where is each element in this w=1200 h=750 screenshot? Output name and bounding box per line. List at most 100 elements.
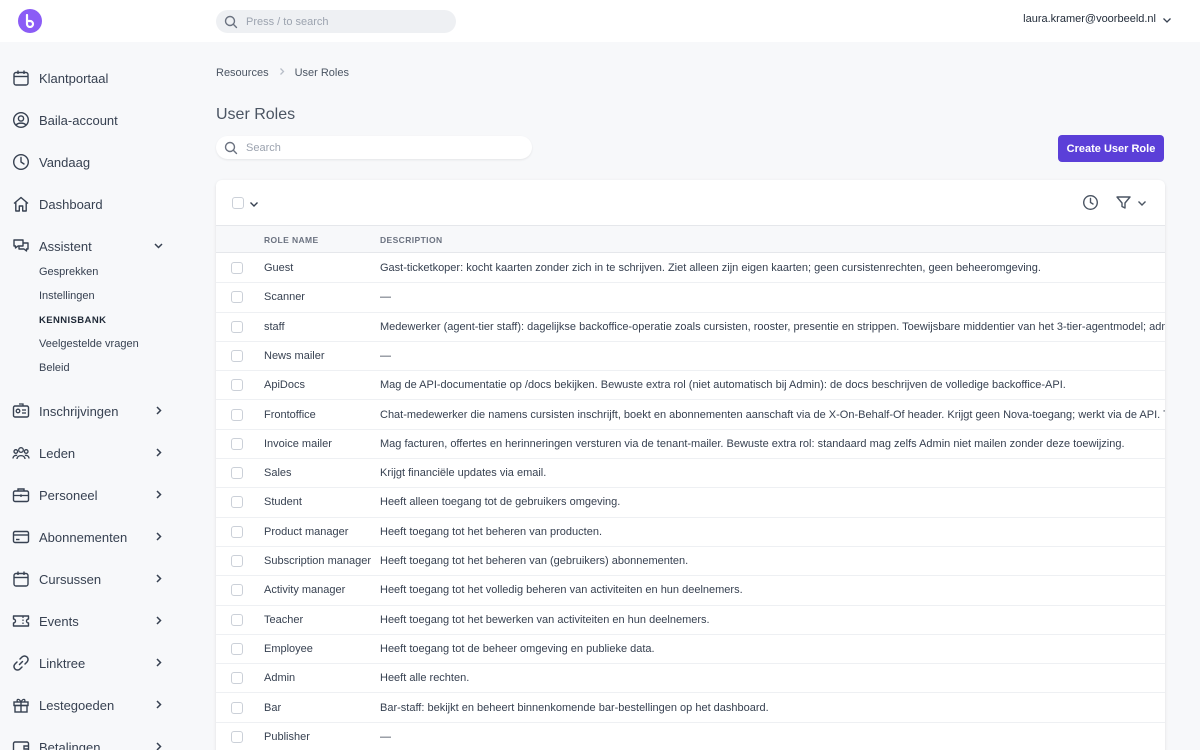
row-checkbox[interactable] xyxy=(231,701,243,714)
row-checkbox[interactable] xyxy=(231,291,243,304)
table-row[interactable]: Employee Heeft toegang tot de beheer omge… xyxy=(216,634,1165,665)
sidebar-item-leden[interactable]: Leden xyxy=(12,441,172,465)
global-search-placeholder: Press / to search xyxy=(246,15,329,28)
sidebar-item-vandaag[interactable]: Vandaag xyxy=(12,150,172,174)
table-row[interactable]: staff Medewerker (agent-tier staff): dage… xyxy=(216,312,1165,342)
table-row[interactable]: Sales Krijgt financiële updates via email… xyxy=(216,459,1165,489)
column-header-role-name[interactable]: ROLE NAME xyxy=(264,235,319,245)
filter-button[interactable] xyxy=(1115,194,1147,211)
role-description-cell: Bar-staff: bekijkt en beheert binnenkome… xyxy=(380,701,769,714)
row-checkbox[interactable] xyxy=(231,525,243,538)
table-row[interactable]: Bar Bar-staff: bekijkt en beheert binnenk… xyxy=(216,693,1165,723)
chevron-down-icon xyxy=(154,243,163,249)
row-checkbox[interactable] xyxy=(231,555,243,567)
sidebar-item-label: Baila-account xyxy=(39,112,118,128)
table-row[interactable]: ApiDocs Mag de API-documentatie op /docs … xyxy=(216,371,1165,401)
sidebar-subitem-instellingen[interactable]: Instellingen xyxy=(39,290,95,302)
sidebar-item-inschrijvingen[interactable]: Inschrijvingen xyxy=(12,399,172,423)
user-roles-table-card: ROLE NAME DESCRIPTION Guest Gast-ticketko… xyxy=(216,180,1165,750)
table-row[interactable]: Publisher — xyxy=(216,722,1165,750)
table-row[interactable]: Product manager Heeft toegang tot het beh… xyxy=(216,517,1165,547)
role-description-cell: Heeft toegang tot het volledig beheren v… xyxy=(380,584,743,597)
sidebar-item-baila-account[interactable]: Baila-account xyxy=(12,108,172,132)
chevron-right-icon xyxy=(156,532,162,541)
row-checkbox[interactable] xyxy=(231,672,243,685)
row-checkbox[interactable] xyxy=(231,584,243,597)
sidebar-item-label: Leden xyxy=(39,445,76,461)
sidebar-subitem-beleid[interactable]: Beleid xyxy=(39,362,70,374)
sidebar-item-label: Linktree xyxy=(39,655,86,671)
sidebar-item-events[interactable]: Events xyxy=(12,609,172,633)
table-row[interactable]: Subscription manager Heeft toegang tot he… xyxy=(216,547,1165,577)
role-description-cell: Heeft toegang tot de beheer omgeving en … xyxy=(380,642,655,655)
table-row[interactable]: Activity manager Heeft toegang tot het vo… xyxy=(216,576,1165,606)
role-name-cell: Frontoffice xyxy=(264,408,316,421)
role-name-cell: News mailer xyxy=(264,349,325,362)
link-icon xyxy=(12,654,30,672)
chevron-right-icon xyxy=(156,406,162,415)
table-row[interactable]: Scanner — xyxy=(216,283,1165,313)
breadcrumb-resources[interactable]: Resources xyxy=(216,67,269,79)
sidebar-item-label: Lestegoeden xyxy=(39,697,115,713)
role-name-cell: ApiDocs xyxy=(264,379,305,392)
table-row[interactable]: Teacher Heeft toegang tot het bewerken va… xyxy=(216,605,1165,635)
breadcrumb-separator-icon xyxy=(278,67,286,79)
sidebar-item-assistent[interactable]: Assistent xyxy=(12,234,172,258)
id-card-icon xyxy=(12,402,30,420)
user-menu[interactable]: laura.kramer@voorbeeld.nl xyxy=(1023,13,1171,25)
row-checkbox[interactable] xyxy=(231,262,243,274)
row-checkbox[interactable] xyxy=(231,496,243,509)
role-name-cell: Guest xyxy=(264,262,294,274)
row-checkbox[interactable] xyxy=(231,320,243,333)
top-bar: Press / to search laura.kramer@voorbeeld… xyxy=(0,0,1200,42)
sidebar-item-label: Inschrijvingen xyxy=(39,403,119,419)
sidebar-subitem-gesprekken[interactable]: Gesprekken xyxy=(39,266,98,278)
create-user-role-button[interactable]: Create User Role xyxy=(1058,135,1164,162)
calendar-icon xyxy=(12,570,30,588)
row-checkbox[interactable] xyxy=(231,642,243,655)
row-checkbox[interactable] xyxy=(231,379,243,392)
sidebar-item-dashboard[interactable]: Dashboard xyxy=(12,192,172,216)
table-row[interactable]: Frontoffice Chat-medewerker die namens cu… xyxy=(216,400,1165,430)
chevron-right-icon xyxy=(156,448,162,457)
sidebar-item-label: Abonnementen xyxy=(39,529,128,545)
sidebar-item-abonnementen[interactable]: Abonnementen xyxy=(12,525,172,549)
role-description-cell: Heeft alleen toegang tot de gebruikers o… xyxy=(380,496,621,509)
role-name-cell: Student xyxy=(264,496,302,509)
clock-icon[interactable] xyxy=(1082,194,1099,211)
sidebar-item-lestegoeden[interactable]: Lestegoeden xyxy=(12,693,172,717)
sidebar-item-betalingen[interactable]: Betalingen xyxy=(12,735,172,750)
ticket-icon xyxy=(12,612,30,630)
row-checkbox[interactable] xyxy=(231,408,243,421)
app-logo[interactable] xyxy=(18,9,42,33)
chevron-down-icon[interactable] xyxy=(249,199,259,209)
sidebar-item-klantportaal[interactable]: Klantportaal xyxy=(12,66,172,90)
home-icon xyxy=(12,195,30,213)
sidebar-subitem-veelgestelde-vragen[interactable]: Veelgestelde vragen xyxy=(39,338,139,350)
sidebar-subitem-kennisbank[interactable]: KENNISBANK xyxy=(39,315,106,326)
search-icon xyxy=(224,141,238,154)
table-search[interactable]: Search xyxy=(216,136,532,159)
sidebar-item-cursussen[interactable]: Cursussen xyxy=(12,567,172,591)
role-name-cell: Activity manager xyxy=(264,584,346,597)
select-all-checkbox[interactable] xyxy=(232,197,244,209)
sidebar: Klantportaal Baila-account Vandaag Dashb… xyxy=(0,42,190,750)
row-checkbox[interactable] xyxy=(231,730,243,743)
sidebar-item-linktree[interactable]: Linktree xyxy=(12,651,172,675)
global-search[interactable]: Press / to search xyxy=(216,10,456,33)
table-row[interactable]: Invoice mailer Mag facturen, offertes en … xyxy=(216,429,1165,460)
table-row[interactable]: Student Heeft alleen toegang tot de gebru… xyxy=(216,488,1165,518)
row-checkbox[interactable] xyxy=(231,437,243,450)
row-checkbox[interactable] xyxy=(231,467,243,480)
row-checkbox[interactable] xyxy=(231,349,243,362)
column-header-description[interactable]: DESCRIPTION xyxy=(380,235,443,245)
table-row[interactable]: News mailer — xyxy=(216,341,1165,372)
row-checkbox[interactable] xyxy=(231,613,243,626)
sidebar-item-personeel[interactable]: Personeel xyxy=(12,483,172,507)
gift-icon xyxy=(12,696,30,714)
table-row[interactable]: Guest Gast-ticketkoper: kocht kaarten zon… xyxy=(216,254,1165,284)
role-description-cell: Chat-medewerker die namens cursisten ins… xyxy=(380,408,1165,421)
role-name-cell: Sales xyxy=(264,467,292,480)
role-name-cell: Scanner xyxy=(264,291,305,304)
table-row[interactable]: Admin Heeft alle rechten. xyxy=(216,664,1165,694)
